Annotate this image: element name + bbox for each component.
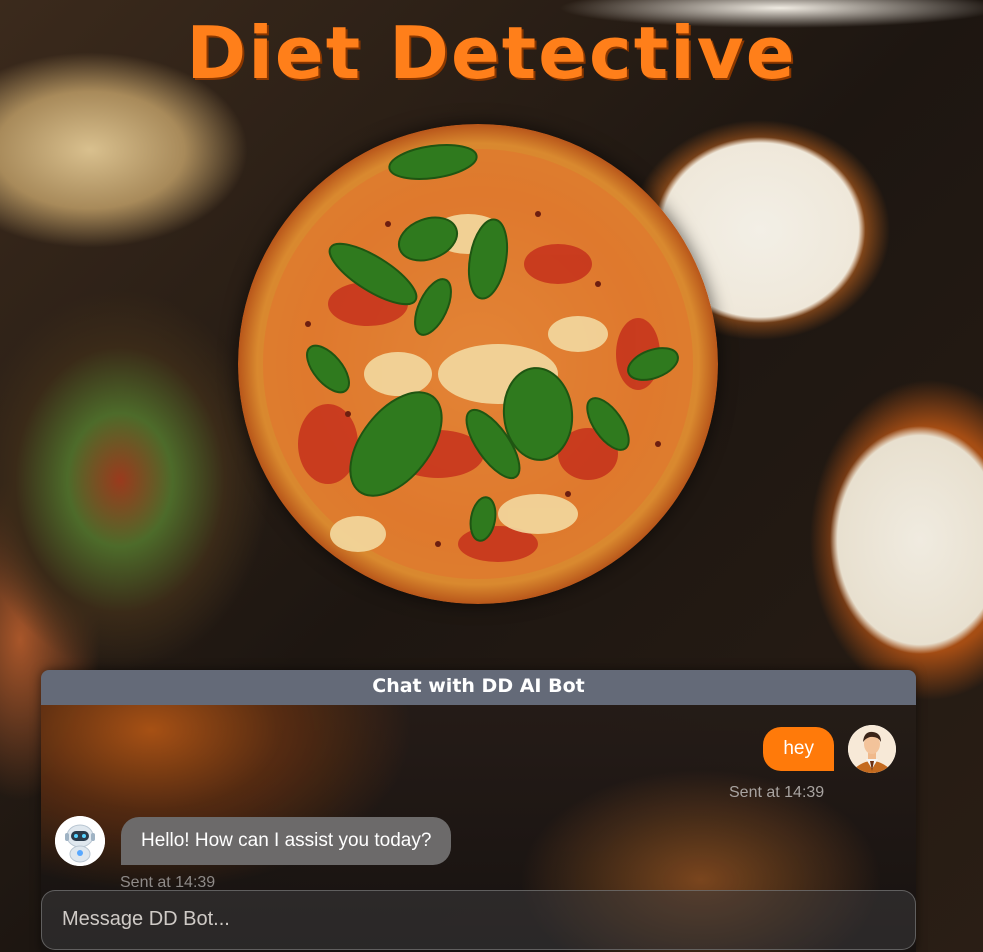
chat-header: Chat with DD AI Bot	[41, 670, 916, 705]
chat-panel: Chat with DD AI Bot hey Sent at 14:39 He…	[41, 670, 916, 952]
app-title: Diet Detective	[186, 11, 797, 95]
user-message: hey	[763, 725, 896, 773]
user-avatar-icon	[848, 725, 896, 773]
user-message-time: Sent at 14:39	[729, 784, 825, 801]
pizza-image	[238, 124, 718, 604]
bot-message: Hello! How can I assist you today?	[55, 816, 452, 866]
message-input[interactable]	[42, 891, 902, 947]
message-input-bar	[41, 890, 916, 950]
bot-message-bubble: Hello! How can I assist you today?	[121, 817, 452, 865]
user-message-bubble: hey	[763, 727, 834, 771]
robot-avatar-icon	[55, 816, 105, 866]
